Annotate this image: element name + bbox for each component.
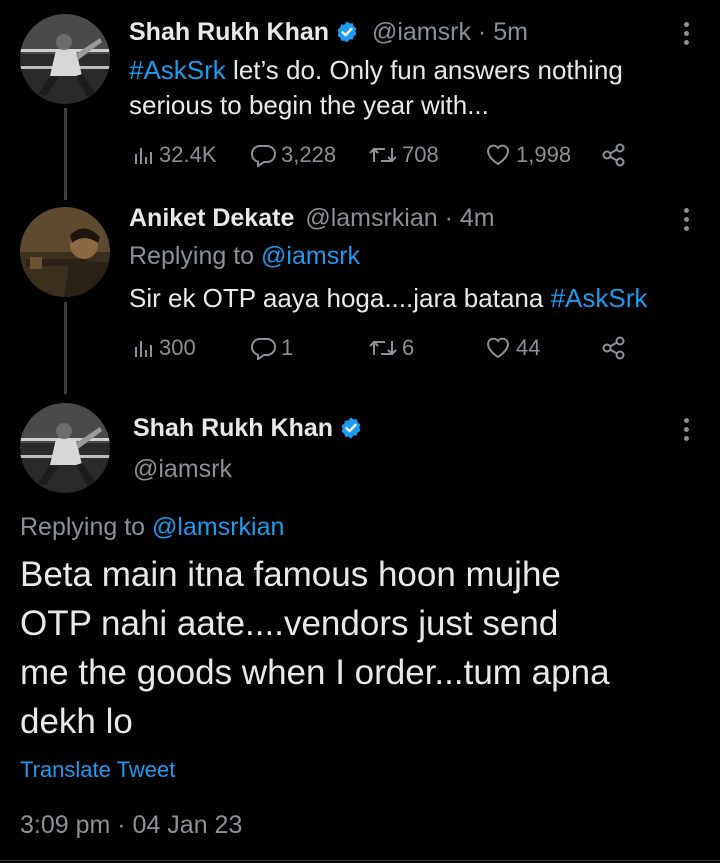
- divider: [0, 860, 720, 861]
- author-name[interactable]: Shah Rukh Khan: [133, 414, 333, 442]
- tweet-text: let’s do. Only fun answers nothing: [225, 55, 623, 85]
- tweet-timestamp[interactable]: 3:09 pm · 04 Jan 23: [20, 811, 242, 840]
- reply-icon: [250, 338, 276, 360]
- hashtag[interactable]: #AskSrk: [551, 283, 648, 313]
- tweet-text-line: dekh lo: [20, 702, 133, 741]
- avatar-aniket[interactable]: [20, 207, 110, 297]
- like-count: 44: [516, 335, 541, 360]
- reply-icon: [250, 145, 276, 167]
- reply-count: 1: [281, 335, 294, 360]
- views-count: 300: [159, 335, 196, 360]
- share-icon: [602, 143, 625, 167]
- author-handle[interactable]: @iamsrk: [372, 18, 471, 46]
- like-action[interactable]: 1,998: [484, 142, 571, 168]
- replying-to-label: Replying to: [129, 242, 262, 270]
- retweet-icon: [369, 147, 397, 163]
- views-icon: [135, 148, 152, 164]
- replying-to-handle[interactable]: @iamsrk: [261, 242, 360, 270]
- views-action[interactable]: 32.4K: [133, 142, 217, 168]
- like-icon: [486, 144, 510, 166]
- tweet-text-line: Beta main itna famous hoon mujhe: [20, 555, 561, 594]
- reply-action[interactable]: 1: [249, 335, 293, 361]
- tweet-text-line: me the goods when I order...tum apna: [20, 653, 610, 692]
- avatar-srk[interactable]: [20, 403, 110, 493]
- reply-action[interactable]: 3,228: [249, 142, 336, 168]
- avatar-srk[interactable]: [20, 14, 110, 104]
- verified-badge-icon: [341, 417, 361, 439]
- hashtag[interactable]: #AskSrk: [129, 55, 226, 85]
- retweet-count: 6: [402, 335, 415, 360]
- thread-line: [64, 302, 67, 394]
- more-icon[interactable]: [682, 208, 690, 236]
- views-icon: [135, 341, 152, 357]
- more-icon[interactable]: [682, 418, 690, 446]
- replying-to-handle[interactable]: @lamsrkian: [152, 513, 284, 541]
- tweet-text-line: OTP nahi aate....vendors just send: [20, 604, 559, 643]
- tweet-time[interactable]: · 5m: [478, 18, 528, 46]
- tweet-time[interactable]: · 4m: [445, 204, 495, 232]
- tweet-body: Beta main itna famous hoon mujhe OTP nah…: [20, 550, 610, 746]
- replying-to-label: Replying to: [20, 513, 153, 541]
- retweet-action[interactable]: 708: [368, 142, 439, 168]
- share-icon: [602, 336, 625, 360]
- like-icon: [486, 337, 510, 359]
- translate-tweet-link[interactable]: Translate Tweet: [20, 757, 175, 783]
- views-count: 32.4K: [159, 142, 217, 167]
- views-action[interactable]: 300: [133, 335, 196, 361]
- retweet-icon: [369, 340, 397, 356]
- thread-line: [64, 108, 67, 200]
- author-handle[interactable]: @iamsrk: [133, 455, 232, 484]
- share-action[interactable]: [601, 142, 631, 168]
- like-count: 1,998: [516, 142, 572, 167]
- share-action[interactable]: [601, 335, 631, 361]
- author-name[interactable]: Shah Rukh Khan: [129, 18, 329, 46]
- author-name[interactable]: Aniket Dekate: [129, 204, 294, 232]
- like-action[interactable]: 44: [484, 335, 540, 361]
- tweet-text: Sir ek OTP aaya hoga....jara batana: [129, 283, 551, 313]
- tweet-text: serious to begin the year with...: [129, 90, 489, 120]
- more-icon[interactable]: [682, 22, 690, 50]
- author-handle[interactable]: @lamsrkian: [305, 204, 437, 232]
- reply-count: 3,228: [281, 142, 337, 167]
- verified-badge-icon: [337, 21, 357, 43]
- retweet-count: 708: [402, 142, 439, 167]
- retweet-action[interactable]: 6: [368, 335, 414, 361]
